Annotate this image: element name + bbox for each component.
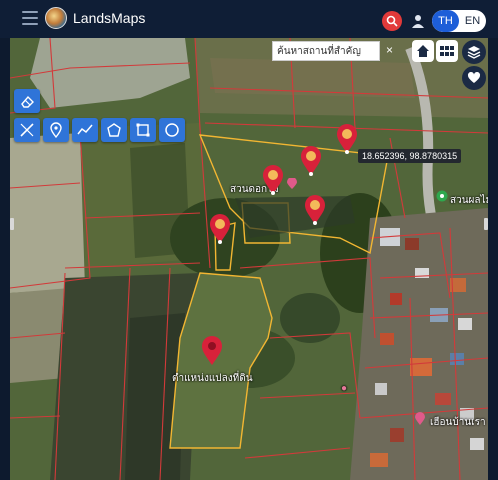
map-marker-4[interactable] — [304, 195, 326, 225]
app-title: LandsMaps — [73, 10, 146, 26]
eraser-icon — [21, 95, 34, 108]
heart-icon — [467, 71, 481, 83]
map-view[interactable]: × 18.652396, 98.8780315 ● สวนดอกไม้ สวนผ… — [10, 38, 488, 480]
polyline-icon — [77, 124, 93, 135]
search-icon[interactable] — [382, 11, 402, 31]
parcel-location-label: ตำแหน่งแปลงที่ดิน — [172, 373, 253, 384]
edit-tools-icon — [20, 123, 34, 137]
map-marker-2[interactable] — [300, 146, 322, 176]
home-place-icon — [415, 412, 425, 425]
coordinate-label: 18.652396, 98.8780315 — [358, 149, 462, 163]
rectangle-tool-button[interactable] — [130, 118, 156, 142]
logo[interactable] — [45, 7, 67, 29]
right-edge-handle[interactable] — [484, 218, 488, 230]
rectangle-icon — [136, 123, 150, 137]
parcel-location-marker[interactable] — [201, 336, 223, 366]
layers-icon — [467, 46, 481, 59]
user-icon[interactable] — [410, 13, 426, 29]
home-button[interactable] — [412, 40, 434, 62]
garden-place-icon — [287, 178, 297, 189]
place-label-orchard: สวนผลไม้ — [450, 195, 488, 206]
app-header: LandsMaps TH EN — [0, 0, 498, 38]
home-icon — [417, 45, 429, 57]
edit-tools-button[interactable] — [14, 118, 40, 142]
clear-search-button[interactable]: × — [386, 43, 393, 57]
circle-icon — [165, 123, 179, 137]
grid-button[interactable] — [436, 40, 458, 62]
place-search-input[interactable] — [272, 41, 380, 61]
place-label-home: เฮือนบ้านเรา — [430, 417, 486, 428]
layers-button[interactable] — [462, 40, 486, 64]
pin-icon — [50, 122, 62, 138]
place-label-grounds: ● — [341, 383, 348, 394]
pin-tool-button[interactable] — [43, 118, 69, 142]
grid-icon — [440, 46, 454, 56]
language-switch: TH EN — [432, 10, 486, 32]
lang-en-button[interactable]: EN — [459, 10, 486, 32]
left-edge-handle[interactable] — [10, 218, 14, 230]
favorite-button[interactable] — [462, 66, 486, 90]
eraser-tool-button[interactable] — [14, 89, 40, 113]
polygon-tool-button[interactable] — [101, 118, 127, 142]
map-marker-5[interactable] — [209, 214, 231, 244]
lang-th-button[interactable]: TH — [432, 10, 459, 32]
map-marker-1[interactable] — [336, 124, 358, 154]
polyline-tool-button[interactable] — [72, 118, 98, 142]
circle-tool-button[interactable] — [159, 118, 185, 142]
map-marker-3[interactable] — [262, 165, 284, 195]
polygon-icon — [107, 123, 121, 137]
orchard-icon — [436, 190, 448, 202]
menu-icon[interactable] — [22, 11, 38, 25]
